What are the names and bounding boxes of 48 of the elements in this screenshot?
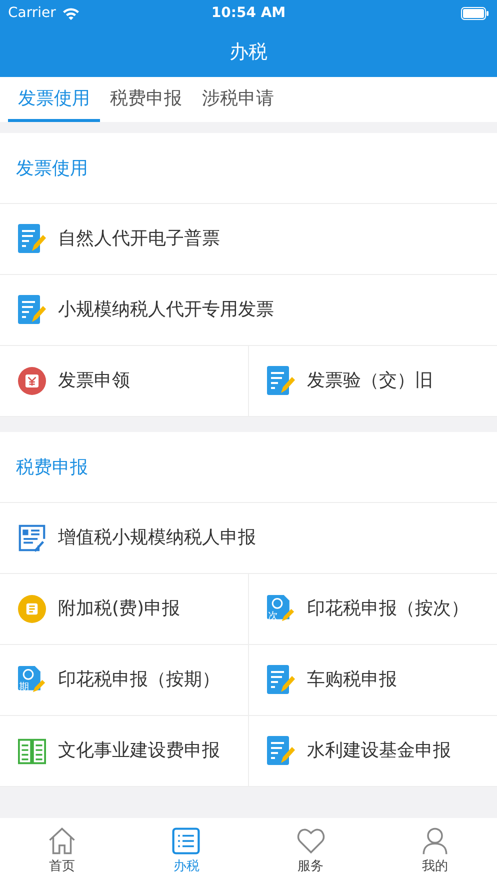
coin-icon [18,594,46,624]
tab-bar-item[interactable]: 我的 [372,818,497,883]
wifi-icon [62,6,80,20]
menu-item[interactable]: 增值税小规模纳税人申报 [0,503,497,573]
item-label: 附加税(费)申报 [58,597,180,621]
note-pencil-icon [267,665,295,695]
person-icon [420,826,449,854]
note-pencil-icon [267,736,295,766]
item-label: 自然人代开电子普票 [58,227,220,251]
item-label: 文化事业建设费申报 [58,739,220,763]
tab[interactable]: 发票使用 [8,77,100,122]
yen-coin-icon [18,366,46,396]
tab[interactable]: 税费申报 [100,77,192,122]
menu-item[interactable]: 文化事业建设费申报 [0,716,248,786]
note-pencil-icon [18,295,46,325]
menu-item[interactable]: 小规模纳税人代开专用发票 [0,275,497,345]
item-label: 发票申领 [58,369,130,393]
home-icon [48,826,76,854]
tab-bar-item[interactable]: 服务 [248,818,373,883]
menu-item[interactable]: 水利建设基金申报 [248,716,497,786]
item-label: 车购税申报 [307,668,397,692]
book-icon [18,736,46,766]
heart-icon [296,826,325,854]
tab[interactable]: 涉税申请 [192,77,284,122]
menu-item[interactable]: 期 印花税申报（按期） [0,645,248,715]
item-label: 印花税申报（按期） [58,668,220,692]
menu-item[interactable]: 自然人代开电子普票 [0,204,497,274]
form-pencil-icon [18,523,46,553]
list-icon [172,826,200,854]
menu-item[interactable]: 发票验（交）旧 [248,346,497,416]
tab-bar-item[interactable]: 首页 [0,818,124,883]
item-label: 印花税申报（按次） [307,597,469,621]
item-label: 水利建设基金申报 [307,739,451,763]
note-pencil-icon [267,366,295,396]
tab-bar-item[interactable]: 办税 [124,818,248,883]
battery-icon [461,6,489,20]
menu-item[interactable]: 车购税申报 [248,645,497,715]
nav-title: 办税 [230,40,268,64]
item-label: 增值税小规模纳税人申报 [58,526,256,550]
status-time: 10:54 AM [211,5,286,21]
section-title: 税费申报 [16,456,88,479]
note-pencil-icon [18,224,46,254]
menu-item[interactable]: 附加税(费)申报 [0,574,248,644]
item-label: 小规模纳税人代开专用发票 [58,298,274,322]
item-label: 发票验（交）旧 [307,369,433,393]
carrier-label: Carrier [8,5,56,21]
menu-item[interactable]: 发票申领 [0,346,248,416]
section-title: 发票使用 [16,157,88,180]
